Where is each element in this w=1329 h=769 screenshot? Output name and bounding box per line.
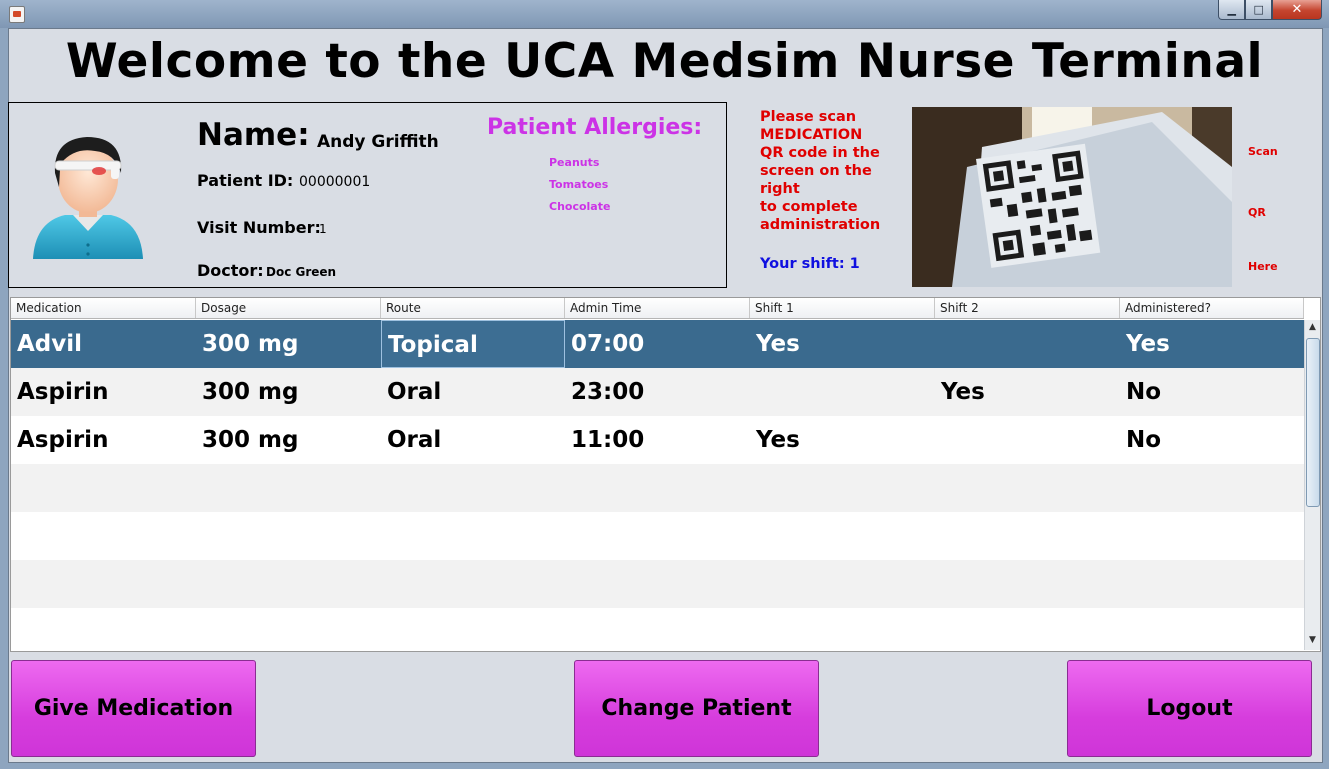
table-header: Medication Dosage Route Admin Time Shift…	[11, 298, 1304, 319]
table-cell[interactable]: 300 mg	[196, 320, 381, 368]
scan-instruction-line: administration	[760, 217, 881, 233]
table-cell[interactable]: Aspirin	[11, 368, 196, 416]
qr-side-label: QR	[1248, 206, 1266, 219]
scan-instructions: Please scan MEDICATION QR code in the sc…	[760, 108, 900, 234]
table-cell[interactable]: 23:00	[565, 368, 750, 416]
page-title: Welcome to the UCA Medsim Nurse Terminal	[65, 34, 1264, 89]
table-row-empty	[11, 608, 1304, 651]
logout-button[interactable]: Logout	[1067, 660, 1312, 757]
scroll-up-arrow-icon[interactable]: ▲	[1305, 320, 1320, 335]
table-row[interactable]: Aspirin 300 mg Oral 23:00 Yes No	[11, 368, 1304, 416]
table-cell[interactable]: 300 mg	[196, 416, 381, 464]
column-header-administered[interactable]: Administered?	[1120, 298, 1304, 318]
minimize-button[interactable]: ▁	[1218, 0, 1246, 20]
column-header-shift-1[interactable]: Shift 1	[750, 298, 935, 318]
visit-number-label: Visit Number:	[197, 218, 321, 237]
patient-id-label: Patient ID:	[197, 171, 294, 190]
table-cell[interactable]: Aspirin	[11, 416, 196, 464]
window-titlebar[interactable]: ▁ □ ✕	[0, 0, 1329, 28]
camera-feed	[912, 107, 1232, 287]
scan-instruction-line: QR code in the	[760, 145, 880, 161]
maximize-button[interactable]: □	[1245, 0, 1272, 20]
table-cell-focused[interactable]: Topical	[381, 320, 565, 368]
table-cell[interactable]: 11:00	[565, 416, 750, 464]
column-header-medication[interactable]: Medication	[11, 298, 196, 318]
scan-instruction-line: MEDICATION	[760, 127, 863, 143]
table-row-empty	[11, 512, 1304, 560]
scan-instruction-line: screen on the	[760, 163, 872, 179]
scrollbar-thumb[interactable]	[1306, 338, 1320, 507]
table-cell[interactable]: No	[1120, 368, 1304, 416]
patient-id-value: 00000001	[299, 174, 371, 190]
table-cell[interactable]: Advil	[11, 320, 196, 368]
table-cell[interactable]: No	[1120, 416, 1304, 464]
window-controls: ▁ □ ✕	[1218, 0, 1322, 20]
name-label: Name:	[197, 117, 310, 153]
scan-instruction-line: Please scan	[760, 109, 857, 125]
allergy-item: Chocolate	[549, 200, 611, 213]
allergy-item: Peanuts	[549, 156, 600, 169]
table-cell[interactable]: 300 mg	[196, 368, 381, 416]
table-cell[interactable]	[750, 368, 935, 416]
table-cell[interactable]: Yes	[750, 320, 935, 368]
table-row-empty	[11, 464, 1304, 512]
scroll-down-arrow-icon[interactable]: ▼	[1305, 633, 1320, 648]
scan-instruction-line: right	[760, 181, 800, 197]
allergy-item: Tomatoes	[549, 178, 609, 191]
column-header-route[interactable]: Route	[381, 298, 565, 318]
visit-number-value: 1	[319, 222, 327, 236]
patient-name-value: Andy Griffith	[317, 132, 439, 152]
table-cell[interactable]: Yes	[935, 368, 1120, 416]
scan-instruction-line: to complete	[760, 199, 858, 215]
scan-side-label: Scan	[1248, 145, 1278, 158]
allergies-title: Patient Allergies:	[487, 115, 703, 140]
column-header-admin-time[interactable]: Admin Time	[565, 298, 750, 318]
medication-table[interactable]: Medication Dosage Route Admin Time Shift…	[10, 297, 1321, 652]
doctor-value: Doc Green	[266, 265, 337, 279]
doctor-label: Doctor:	[197, 261, 264, 280]
table-vertical-scrollbar[interactable]: ▲ ▼	[1304, 320, 1320, 650]
table-row[interactable]: Aspirin 300 mg Oral 11:00 Yes No	[11, 416, 1304, 464]
table-cell[interactable]: Oral	[381, 368, 565, 416]
qr-scan-preview-image	[912, 107, 1232, 287]
table-cell[interactable]: Yes	[750, 416, 935, 464]
patient-avatar-icon	[33, 137, 143, 259]
column-header-shift-2[interactable]: Shift 2	[935, 298, 1120, 318]
patient-info-panel: Name: Andy Griffith Patient ID: 00000001…	[8, 102, 727, 288]
table-cell[interactable]: 07:00	[565, 320, 750, 368]
change-patient-button[interactable]: Change Patient	[574, 660, 819, 757]
table-row-empty	[11, 560, 1304, 608]
table-cell[interactable]	[935, 320, 1120, 368]
window-frame-left	[0, 28, 8, 761]
table-cell[interactable]	[935, 416, 1120, 464]
give-medication-button[interactable]: Give Medication	[11, 660, 256, 757]
column-header-dosage[interactable]: Dosage	[196, 298, 381, 318]
here-side-label: Here	[1248, 260, 1278, 273]
close-button[interactable]: ✕	[1271, 0, 1322, 20]
table-cell[interactable]: Oral	[381, 416, 565, 464]
your-shift-text: Your shift: 1	[760, 256, 860, 272]
table-cell[interactable]: Yes	[1120, 320, 1304, 368]
table-row[interactable]: Advil 300 mg Topical 07:00 Yes Yes	[11, 320, 1304, 368]
java-app-icon	[9, 6, 25, 23]
